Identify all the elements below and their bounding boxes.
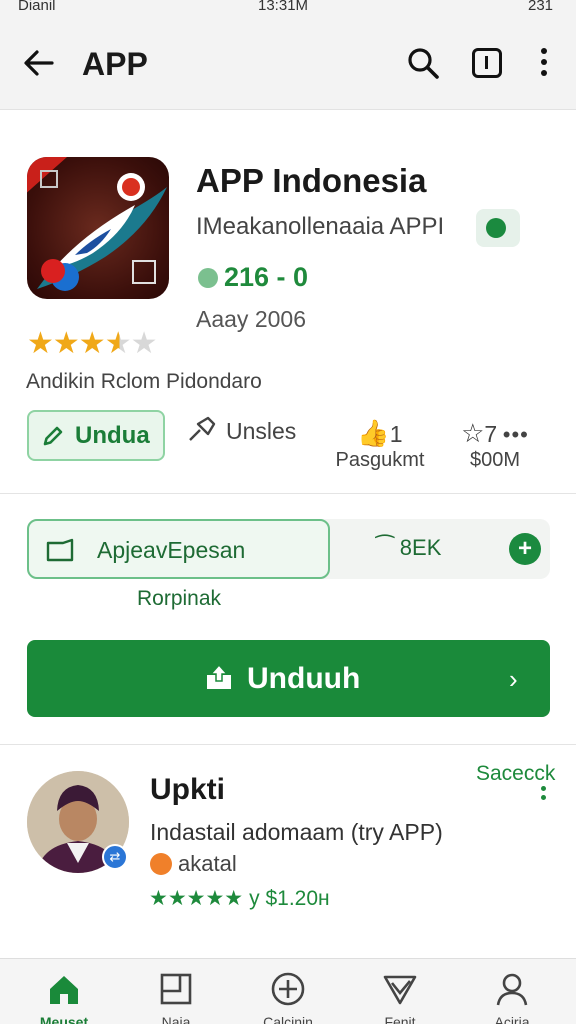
review-text: Indastail adomaam (try APP): [150, 819, 443, 845]
review-action-link[interactable]: Sacecck: [476, 762, 555, 786]
promo-plus-icon[interactable]: +: [509, 533, 541, 565]
emoji-icon: [150, 853, 172, 875]
status-left-text: Dianil: [18, 0, 56, 14]
rank-label: $00M: [469, 449, 521, 471]
home-icon: [50, 976, 78, 1004]
likes-label: Pasgukmt: [335, 449, 425, 471]
app-tagline: Andikin Rclom Pidondaro: [26, 370, 262, 393]
promo-left-card[interactable]: ApjeavEpesan: [27, 519, 330, 579]
grid-icon: [160, 973, 192, 1005]
bottom-navigation: Meuset Naja Calcinin Fenit Aciria: [0, 958, 576, 1024]
app-name: APP Indonesia: [196, 162, 427, 199]
divider: [0, 493, 576, 494]
downloads-count: 216 - 0: [198, 262, 308, 293]
share-tag-icon: [189, 416, 216, 441]
add-circle-icon: [271, 972, 305, 1006]
page-title: APP: [82, 46, 148, 82]
chevron-right-icon: ›: [509, 664, 518, 694]
nav-item-add[interactable]: Calcinin: [238, 959, 338, 1024]
rank-more-icon[interactable]: •••: [503, 422, 529, 447]
verified-badge-icon: ⇄: [102, 844, 128, 870]
release-date: Aaay 2006: [196, 306, 306, 332]
divider: [0, 744, 576, 745]
star-outline-icon: ☆: [461, 418, 485, 448]
install-button[interactable]: Unduuh ›: [27, 640, 550, 717]
install-button-label: Unduuh: [247, 662, 361, 695]
share-button[interactable]: Unsles: [186, 416, 296, 445]
rank-stat[interactable]: ☆7 ••• $00M: [440, 418, 550, 472]
promo-left-text: ApjeavEpesan: [97, 537, 246, 563]
download-badge-icon: [198, 268, 218, 288]
app-icon: [27, 157, 169, 299]
promo-right-text: ⁀ 8EK: [376, 535, 442, 560]
coupon-icon: [46, 538, 74, 562]
nav-item-send[interactable]: Fenit: [350, 959, 450, 1024]
search-icon[interactable]: [406, 46, 440, 80]
review-rating: ★★★★★ y $1.20н: [149, 887, 330, 910]
review-subtext: akatal: [150, 851, 237, 877]
profile-icon: [496, 973, 528, 1006]
install-small-button[interactable]: Undua: [27, 410, 165, 461]
developer-badge-icon: [476, 209, 520, 247]
likes-stat[interactable]: 👍1 Pasgukmt: [330, 418, 430, 472]
status-bar: Dianil 13:31M 231: [0, 0, 576, 18]
nav-item-home[interactable]: Meuset: [14, 959, 114, 1024]
tab-icon[interactable]: [472, 48, 502, 78]
more-vert-icon[interactable]: [536, 48, 552, 80]
back-arrow-icon[interactable]: [22, 46, 56, 80]
nav-item-profile[interactable]: Aciria: [462, 959, 562, 1024]
promo-subtitle[interactable]: Rorpinak: [137, 587, 221, 611]
download-icon: [207, 663, 231, 689]
promo-banner[interactable]: ApjeavEpesan ⁀ 8EK +: [27, 519, 550, 579]
developer-name[interactable]: IMeakanollenaaia APPI: [196, 213, 444, 241]
status-time: 13:31M: [258, 0, 309, 14]
status-battery: 231: [528, 0, 554, 14]
thumbs-up-icon: 👍: [357, 418, 390, 448]
review-more-icon[interactable]: [541, 786, 549, 810]
reviewer-name[interactable]: Upkti: [150, 773, 225, 807]
rating-stars: ★★★★★: [27, 327, 157, 360]
nav-item-grid[interactable]: Naja: [126, 959, 226, 1024]
top-app-bar: APP: [0, 18, 576, 110]
pencil-icon: [43, 426, 63, 446]
send-icon: [383, 975, 417, 1005]
